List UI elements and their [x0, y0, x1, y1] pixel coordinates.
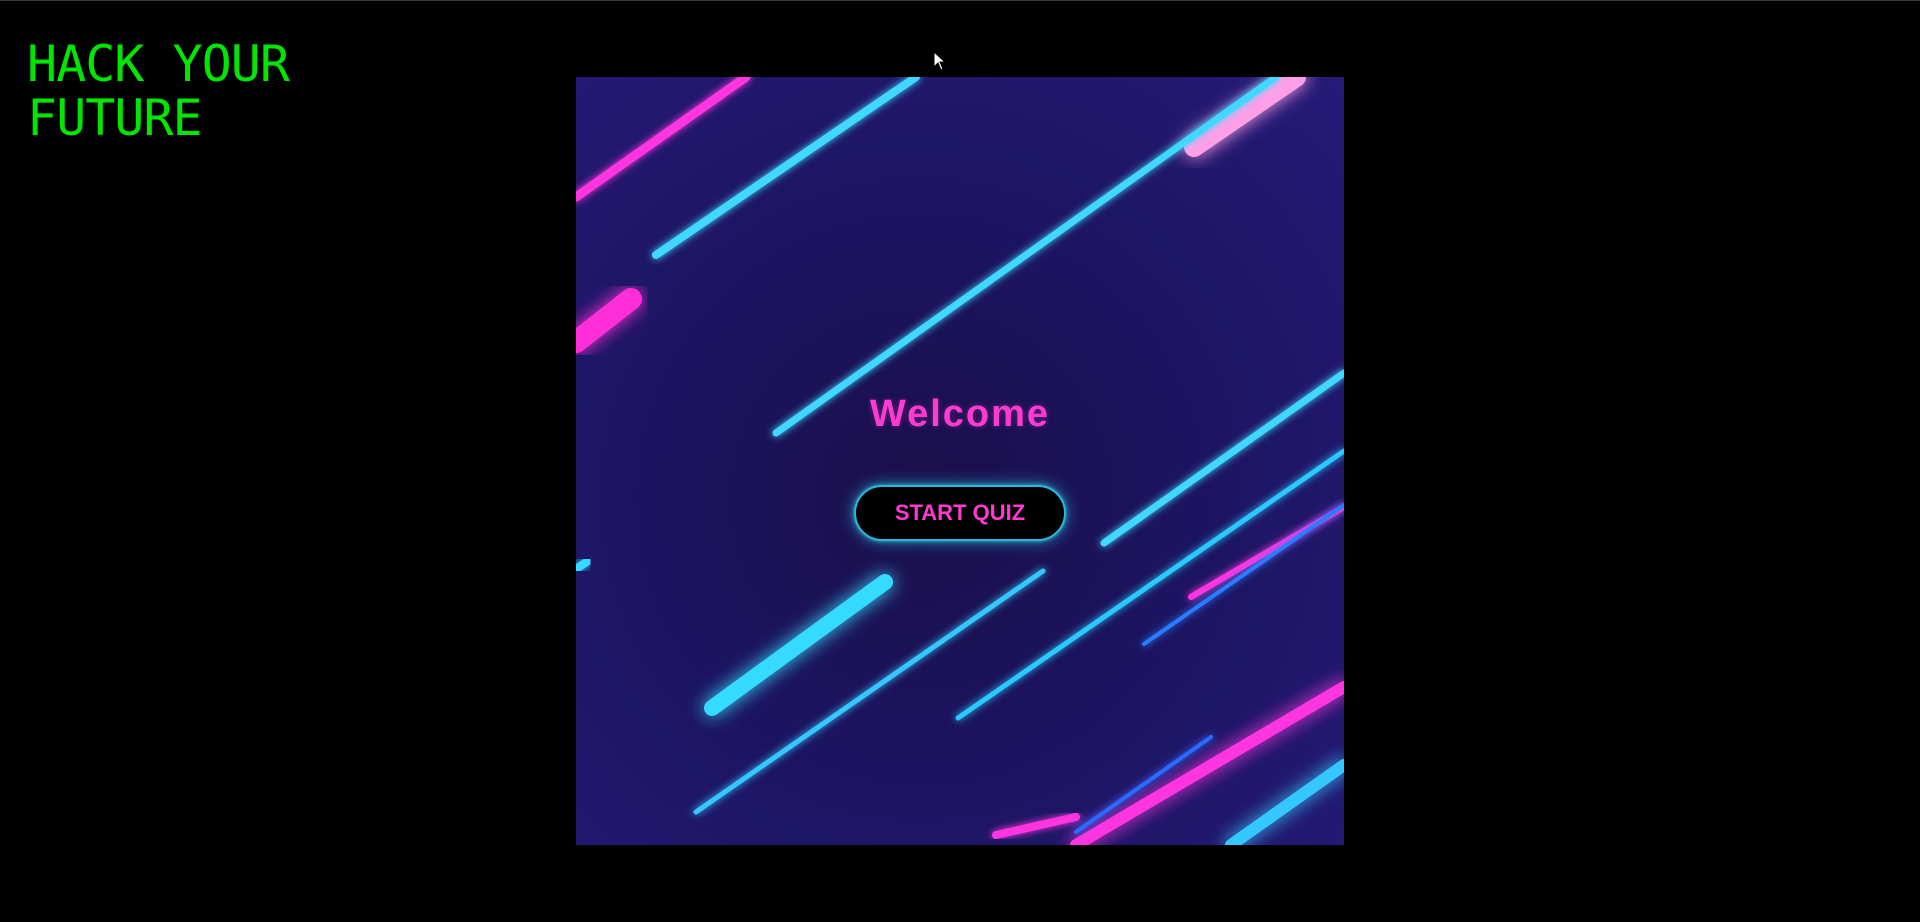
start-quiz-button[interactable]: START QUIZ [854, 485, 1066, 541]
neon-streaks-background [576, 77, 1344, 845]
site-logo: HACK YOUR FUTURE [27, 35, 290, 147]
quiz-welcome-panel: Welcome START QUIZ [576, 77, 1344, 845]
mouse-pointer-icon [933, 51, 947, 71]
welcome-heading: Welcome [869, 393, 1051, 435]
